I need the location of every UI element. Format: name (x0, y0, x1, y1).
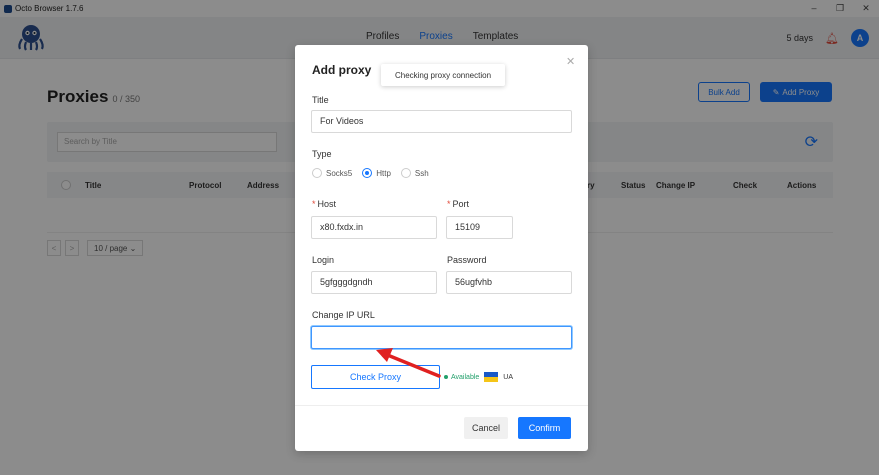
host-label: * Host (312, 199, 336, 209)
title-input[interactable]: For Videos (311, 110, 572, 133)
password-input[interactable]: 56ugfvhb (446, 271, 572, 294)
radio-socks5[interactable]: Socks5 (312, 168, 352, 178)
required-mark: * (312, 199, 316, 209)
host-input[interactable]: x80.fxdx.in (311, 216, 437, 239)
radio-http-circle (362, 168, 373, 178)
host-label-text: Host (317, 199, 337, 209)
login-input[interactable]: 5gfgggdgndh (311, 271, 437, 294)
radio-ssh-label: Ssh (414, 168, 429, 178)
type-radio-group: Socks5 Http Ssh (312, 168, 435, 178)
confirm-button[interactable]: Confirm (518, 417, 571, 439)
password-label: Password (447, 255, 487, 265)
status-dot-icon (444, 375, 448, 379)
required-mark: * (447, 199, 451, 209)
radio-socks5-label: Socks5 (326, 168, 353, 178)
port-label: * Port (447, 199, 469, 209)
type-label: Type (312, 149, 332, 159)
proxy-status: Available UA (444, 372, 513, 382)
radio-http[interactable]: Http (362, 168, 391, 178)
modal-title: Add proxy (312, 63, 372, 77)
close-icon[interactable]: ✕ (566, 55, 575, 68)
country-code: UA (503, 373, 514, 381)
title-label: Title (312, 95, 329, 105)
modal-divider (295, 405, 588, 406)
port-label-text: Port (452, 199, 470, 209)
radio-socks5-circle (312, 168, 322, 178)
checking-tooltip: Checking proxy connection (381, 64, 505, 86)
radio-ssh-circle (400, 168, 411, 178)
port-input[interactable]: 15109 (446, 216, 513, 239)
login-label: Login (312, 255, 335, 265)
cancel-button[interactable]: Cancel (464, 417, 508, 439)
radio-ssh[interactable]: Ssh (400, 168, 429, 178)
change-ip-label: Change IP URL (312, 310, 375, 320)
annotation-arrow-icon (376, 348, 441, 378)
add-proxy-modal: Add proxy Checking proxy connection ✕ Ti… (295, 45, 588, 451)
ukraine-flag-icon (484, 372, 499, 382)
status-text: Available (451, 373, 480, 381)
radio-http-label: Http (376, 168, 391, 178)
